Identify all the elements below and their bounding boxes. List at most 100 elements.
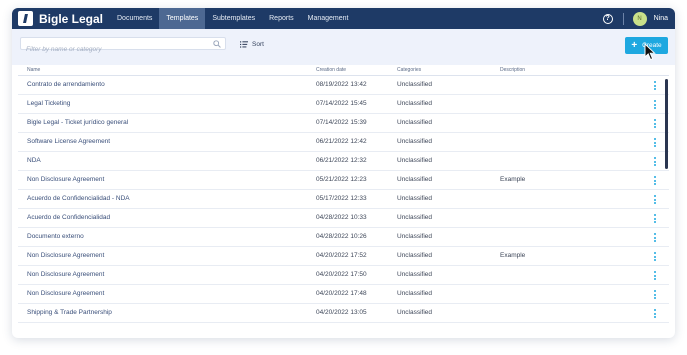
template-name[interactable]: Documento externo (27, 233, 84, 240)
table-row[interactable]: Non Disclosure Agreement 04/20/2022 17:48… (18, 285, 669, 304)
creation-date: 06/21/2022 12:42 (316, 138, 367, 145)
table-row[interactable]: Contrato de arrendamiento 08/19/2022 13:4… (18, 76, 669, 95)
more-options-icon[interactable] (654, 157, 657, 166)
templates-table: Name Creation date Categories Descriptio… (18, 65, 669, 338)
category: Unclassified (397, 138, 433, 145)
toolbar: Sort + Create (12, 29, 675, 65)
more-options-icon[interactable] (654, 100, 657, 109)
template-name[interactable]: Acuerdo de Confidencialidad (27, 214, 110, 221)
search-box (20, 37, 226, 55)
creation-date: 04/20/2022 17:50 (316, 271, 367, 278)
table-row[interactable]: Legal Ticketing 07/14/2022 15:45 Unclassif… (18, 95, 669, 114)
column-header-categories[interactable]: Categories (397, 67, 421, 73)
more-options-icon[interactable] (654, 309, 657, 318)
category: Unclassified (397, 252, 433, 259)
category: Unclassified (397, 214, 433, 221)
creation-date: 05/21/2022 12:23 (316, 176, 367, 183)
main-nav: Documents Templates Subtemplates Reports… (110, 8, 356, 29)
template-name[interactable]: NDA (27, 157, 41, 164)
creation-date: 04/28/2022 10:26 (316, 233, 367, 240)
user-name[interactable]: Nina (654, 15, 668, 22)
avatar[interactable]: N (632, 11, 647, 26)
table-header: Name Creation date Categories Descriptio… (18, 65, 669, 76)
category: Unclassified (397, 309, 433, 316)
template-name[interactable]: Non Disclosure Agreement (27, 290, 104, 297)
template-name[interactable]: Non Disclosure Agreement (27, 176, 104, 183)
column-header-creation-date[interactable]: Creation date (316, 67, 346, 73)
app-window: Bigle Legal Documents Templates Subtempl… (12, 8, 675, 338)
category: Unclassified (397, 195, 433, 202)
category: Unclassified (397, 233, 433, 240)
category: Unclassified (397, 271, 433, 278)
mouse-cursor-icon (644, 43, 656, 61)
divider (622, 12, 624, 25)
more-options-icon[interactable] (654, 138, 657, 147)
nav-management[interactable]: Management (301, 8, 356, 29)
more-options-icon[interactable] (654, 81, 657, 90)
creation-date: 04/20/2022 17:48 (316, 290, 367, 297)
more-options-icon[interactable] (654, 233, 657, 242)
plus-icon: + (631, 39, 638, 51)
top-navigation-bar: Bigle Legal Documents Templates Subtempl… (12, 8, 675, 29)
more-options-icon[interactable] (654, 119, 657, 128)
column-header-description[interactable]: Description (500, 67, 525, 73)
sort-label: Sort (252, 41, 264, 48)
nav-subtemplates[interactable]: Subtemplates (205, 8, 262, 29)
help-icon[interactable]: ? (602, 13, 613, 24)
logo[interactable]: Bigle Legal (12, 8, 110, 29)
table-row[interactable]: Software License Agreement 06/21/2022 12:… (18, 133, 669, 152)
nav-templates[interactable]: Templates (159, 8, 206, 29)
table-row[interactable]: Bigle Legal - Ticket jurídico general 07/… (18, 114, 669, 133)
logo-icon (18, 11, 33, 26)
template-name[interactable]: Legal Ticketing (27, 100, 70, 107)
template-name[interactable]: Software License Agreement (27, 138, 110, 145)
more-options-icon[interactable] (654, 290, 657, 299)
creation-date: 07/14/2022 15:39 (316, 119, 367, 126)
scrollbar[interactable] (665, 79, 668, 169)
table-row[interactable]: Acuerdo de Confidencialidad 04/28/2022 10… (18, 209, 669, 228)
nav-documents[interactable]: Documents (110, 8, 159, 29)
template-name[interactable]: Non Disclosure Agreement (27, 271, 104, 278)
creation-date: 04/20/2022 13:05 (316, 309, 367, 316)
sort-button[interactable]: Sort (240, 41, 264, 48)
category: Unclassified (397, 81, 433, 88)
template-name[interactable]: Contrato de arrendamiento (27, 81, 105, 88)
app-name: Bigle Legal (39, 11, 104, 26)
creation-date: 07/14/2022 15:45 (316, 100, 367, 107)
search-icon[interactable] (213, 40, 221, 48)
template-name[interactable]: Non Disclosure Agreement (27, 252, 104, 259)
description: Example (500, 252, 526, 259)
user-area: ? N Nina (602, 8, 675, 29)
creation-date: 05/17/2022 12:33 (316, 195, 367, 202)
table-row[interactable]: Non Disclosure Agreement 05/21/2022 12:23… (18, 171, 669, 190)
table-row[interactable]: Shipping & Trade Partnership 04/20/2022 1… (18, 304, 669, 323)
more-options-icon[interactable] (654, 271, 657, 280)
sort-icon (240, 41, 248, 48)
more-options-icon[interactable] (654, 252, 657, 261)
category: Unclassified (397, 176, 433, 183)
table-row[interactable]: NDA 06/21/2022 12:32 Unclassified (18, 152, 669, 171)
more-options-icon[interactable] (654, 195, 657, 204)
table-row[interactable]: Non Disclosure Agreement 04/20/2022 17:50… (18, 266, 669, 285)
nav-reports[interactable]: Reports (262, 8, 301, 29)
category: Unclassified (397, 157, 433, 164)
category: Unclassified (397, 100, 433, 107)
creation-date: 06/21/2022 12:32 (316, 157, 367, 164)
list-fade (18, 326, 669, 338)
template-name[interactable]: Bigle Legal - Ticket jurídico general (27, 119, 128, 126)
creation-date: 08/19/2022 13:42 (316, 81, 367, 88)
template-name[interactable]: Shipping & Trade Partnership (27, 309, 112, 316)
table-row[interactable]: Acuerdo de Confidencialidad - NDA 05/17/2… (18, 190, 669, 209)
category: Unclassified (397, 290, 433, 297)
creation-date: 04/20/2022 17:52 (316, 252, 367, 259)
table-row[interactable]: Documento externo 04/28/2022 10:26 Unclass… (18, 228, 669, 247)
table-row[interactable]: Non Disclosure Agreement 04/20/2022 17:52… (18, 247, 669, 266)
template-name[interactable]: Acuerdo de Confidencialidad - NDA (27, 195, 130, 202)
more-options-icon[interactable] (654, 176, 657, 185)
more-options-icon[interactable] (654, 214, 657, 223)
creation-date: 04/28/2022 10:33 (316, 214, 367, 221)
search-input[interactable] (21, 44, 201, 55)
category: Unclassified (397, 119, 433, 126)
column-header-name[interactable]: Name (27, 67, 40, 73)
description: Example (500, 176, 526, 183)
